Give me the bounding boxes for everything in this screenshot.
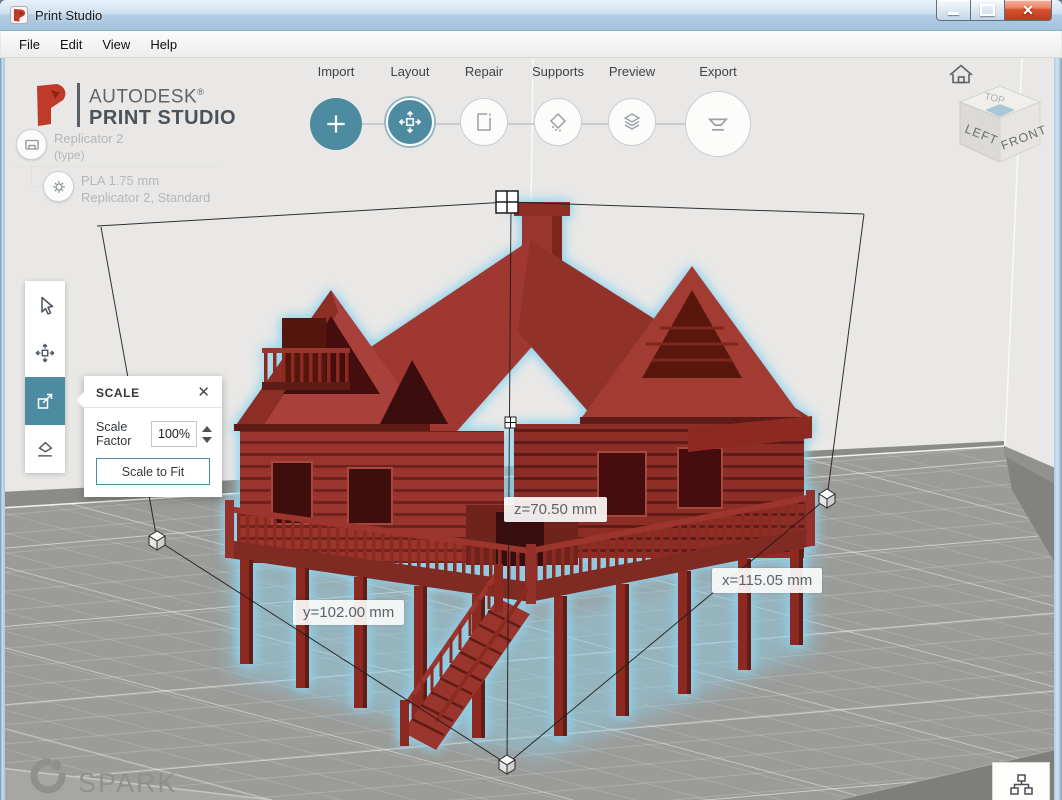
scale-panel-title: SCALE — [96, 386, 140, 400]
gear-icon — [51, 179, 67, 195]
step-supports-button[interactable] — [534, 98, 582, 146]
supports-diamond-icon — [546, 110, 570, 134]
window-frame-right — [1054, 58, 1062, 800]
scale-tool-icon — [34, 390, 56, 412]
close-button[interactable]: ✕ — [1005, 0, 1052, 21]
step-import-button[interactable] — [310, 98, 362, 150]
move-tool-icon — [34, 342, 56, 364]
step-repair-label: Repair — [460, 64, 508, 80]
scale-panel-close-button[interactable]: ✕ — [197, 387, 210, 399]
preview-layers-icon — [620, 110, 644, 134]
scale-panel: SCALE ✕ Scale Factor Scale to Fit — [84, 376, 222, 497]
spark-label: SPARK — [78, 768, 178, 799]
bbox-mid-handle[interactable] — [505, 417, 516, 428]
app-window: TOP LEFT FRONT Print Studio ✕ File Edit … — [0, 0, 1062, 800]
move-tool-button[interactable] — [25, 329, 65, 377]
tool-palette — [25, 281, 65, 473]
dimension-z-badge: z=70.50 mm — [504, 497, 607, 522]
spark-logo: SPARK — [28, 754, 178, 800]
spinner-down-icon[interactable] — [202, 437, 212, 443]
printer-connector-h — [31, 186, 43, 187]
step-preview-button[interactable] — [608, 98, 656, 146]
material-name: PLA 1.75 mm — [81, 173, 159, 188]
step-layout: Layout — [386, 64, 434, 146]
step-repair: Repair — [460, 64, 508, 146]
scale-factor-stepper — [202, 426, 212, 443]
material-profile: Replicator 2, Standard — [81, 190, 210, 205]
lay-flat-icon — [34, 438, 56, 460]
minimize-button[interactable] — [936, 0, 971, 21]
window-title: Print Studio — [35, 8, 102, 23]
menu-bar: File Edit View Help — [1, 31, 1061, 58]
bbox-top-handle[interactable] — [496, 191, 518, 213]
step-import-label: Import — [310, 64, 362, 80]
hierarchy-icon — [1008, 772, 1034, 798]
app-icon — [10, 6, 28, 24]
step-supports-label: Supports — [532, 64, 584, 80]
step-layout-button[interactable] — [386, 98, 434, 146]
workflow-stepper: Import Layout Repair — [0, 64, 1062, 174]
layout-move-icon — [397, 109, 423, 135]
spinner-up-icon[interactable] — [202, 426, 212, 432]
scale-factor-input[interactable] — [151, 421, 197, 447]
maximize-button[interactable] — [971, 0, 1005, 21]
select-cursor-icon — [34, 294, 56, 316]
titlebar[interactable]: Print Studio ✕ — [0, 0, 1062, 31]
step-import: Import — [310, 64, 362, 150]
maximize-icon — [980, 4, 995, 16]
dimension-y-badge: y=102.00 mm — [293, 600, 404, 625]
step-supports: Supports — [532, 64, 584, 146]
menu-view[interactable]: View — [92, 33, 140, 56]
minimize-icon — [948, 12, 959, 15]
scale-tool-button[interactable] — [25, 377, 65, 425]
arrange-models-button[interactable] — [992, 762, 1050, 800]
scale-to-fit-button[interactable]: Scale to Fit — [96, 458, 210, 485]
step-preview: Preview — [608, 64, 656, 146]
repair-page-icon — [472, 110, 496, 134]
material-settings-button[interactable] — [43, 171, 74, 202]
export-icon — [704, 110, 732, 138]
lay-flat-tool-button[interactable] — [25, 425, 65, 473]
menu-help[interactable]: Help — [140, 33, 187, 56]
import-plus-icon — [323, 111, 349, 137]
window-controls: ✕ — [936, 0, 1052, 21]
close-icon: ✕ — [1022, 2, 1034, 19]
step-preview-label: Preview — [608, 64, 656, 80]
close-icon: ✕ — [197, 384, 210, 401]
spark-logo-icon — [28, 754, 68, 800]
step-export: Export — [685, 64, 751, 157]
step-layout-label: Layout — [386, 64, 434, 80]
select-tool-button[interactable] — [25, 281, 65, 329]
window-frame-left — [0, 58, 5, 800]
step-export-button[interactable] — [685, 91, 751, 157]
scale-factor-label: Scale Factor — [96, 420, 151, 448]
step-export-label: Export — [685, 64, 751, 80]
menu-file[interactable]: File — [9, 33, 50, 56]
step-repair-button[interactable] — [460, 98, 508, 146]
dimension-x-badge: x=115.05 mm — [712, 568, 822, 593]
menu-edit[interactable]: Edit — [50, 33, 92, 56]
